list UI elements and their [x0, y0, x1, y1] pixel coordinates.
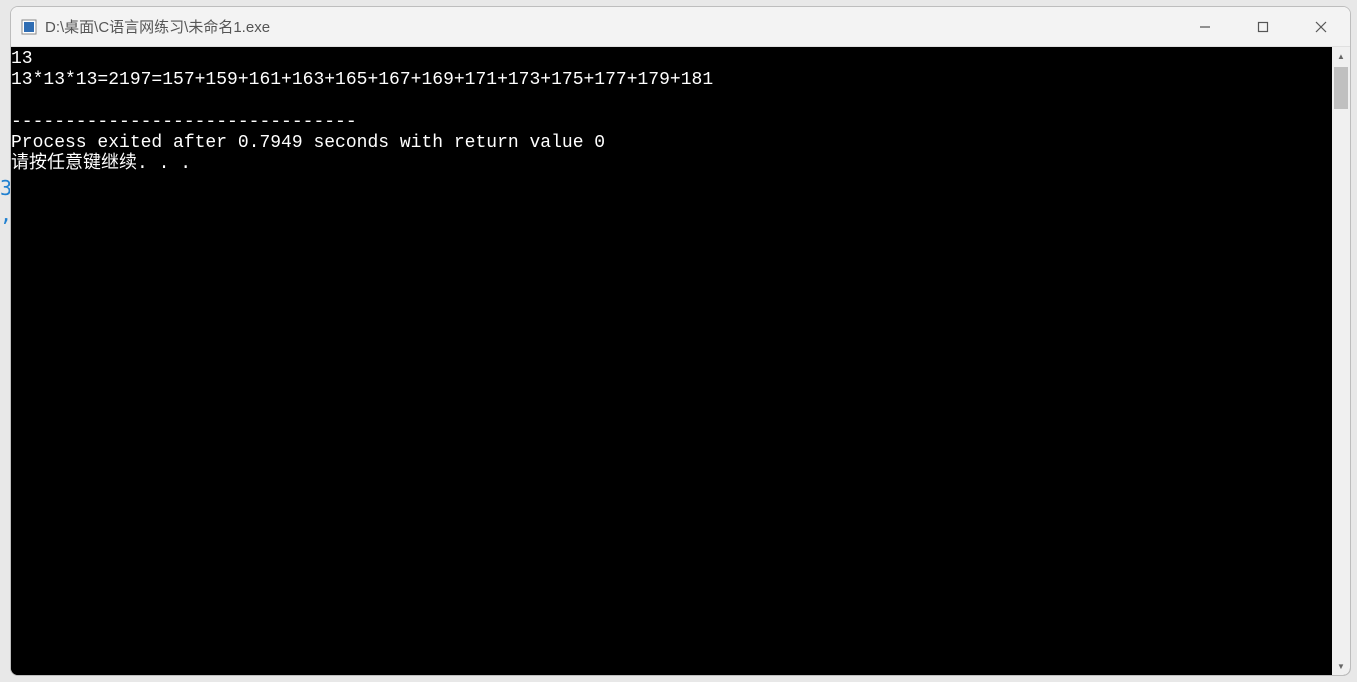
console-window: D:\桌面\C语言网练习\未命名1.exe 13 13*13*13=2197=1…	[10, 6, 1351, 676]
app-icon	[21, 19, 37, 35]
window-controls	[1176, 7, 1350, 46]
vertical-scrollbar[interactable]: ▲ ▼	[1332, 47, 1350, 675]
console-output[interactable]: 13 13*13*13=2197=157+159+161+163+165+167…	[11, 47, 1332, 675]
scroll-thumb[interactable]	[1334, 67, 1348, 109]
close-button[interactable]	[1292, 7, 1350, 46]
maximize-button[interactable]	[1234, 7, 1292, 46]
scroll-down-arrow[interactable]: ▼	[1332, 657, 1350, 675]
window-title: D:\桌面\C语言网练习\未命名1.exe	[45, 16, 1176, 37]
minimize-button[interactable]	[1176, 7, 1234, 46]
client-area: 13 13*13*13=2197=157+159+161+163+165+167…	[11, 47, 1350, 675]
scroll-up-arrow[interactable]: ▲	[1332, 47, 1350, 65]
titlebar[interactable]: D:\桌面\C语言网练习\未命名1.exe	[11, 7, 1350, 47]
